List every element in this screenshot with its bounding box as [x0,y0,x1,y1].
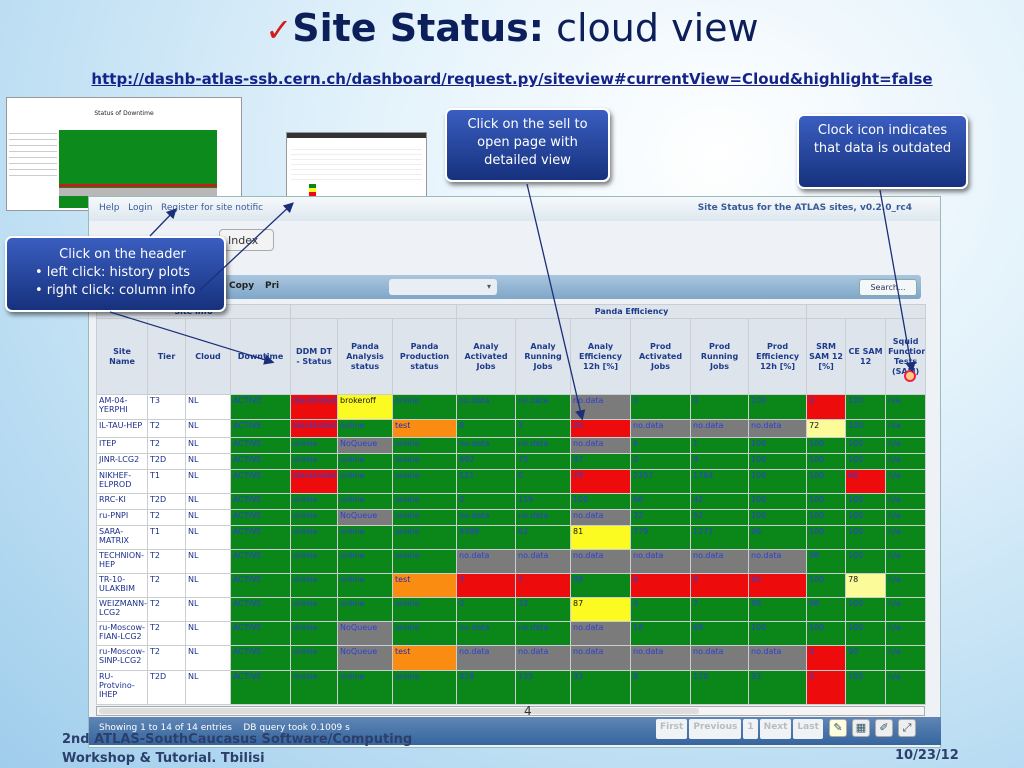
presentation-credit: 2nd ATLAS-SouthCaucasus Software/Computi… [62,732,413,766]
callout-arrows [109,183,916,421]
presentation-date: 10/23/12 [895,748,959,763]
